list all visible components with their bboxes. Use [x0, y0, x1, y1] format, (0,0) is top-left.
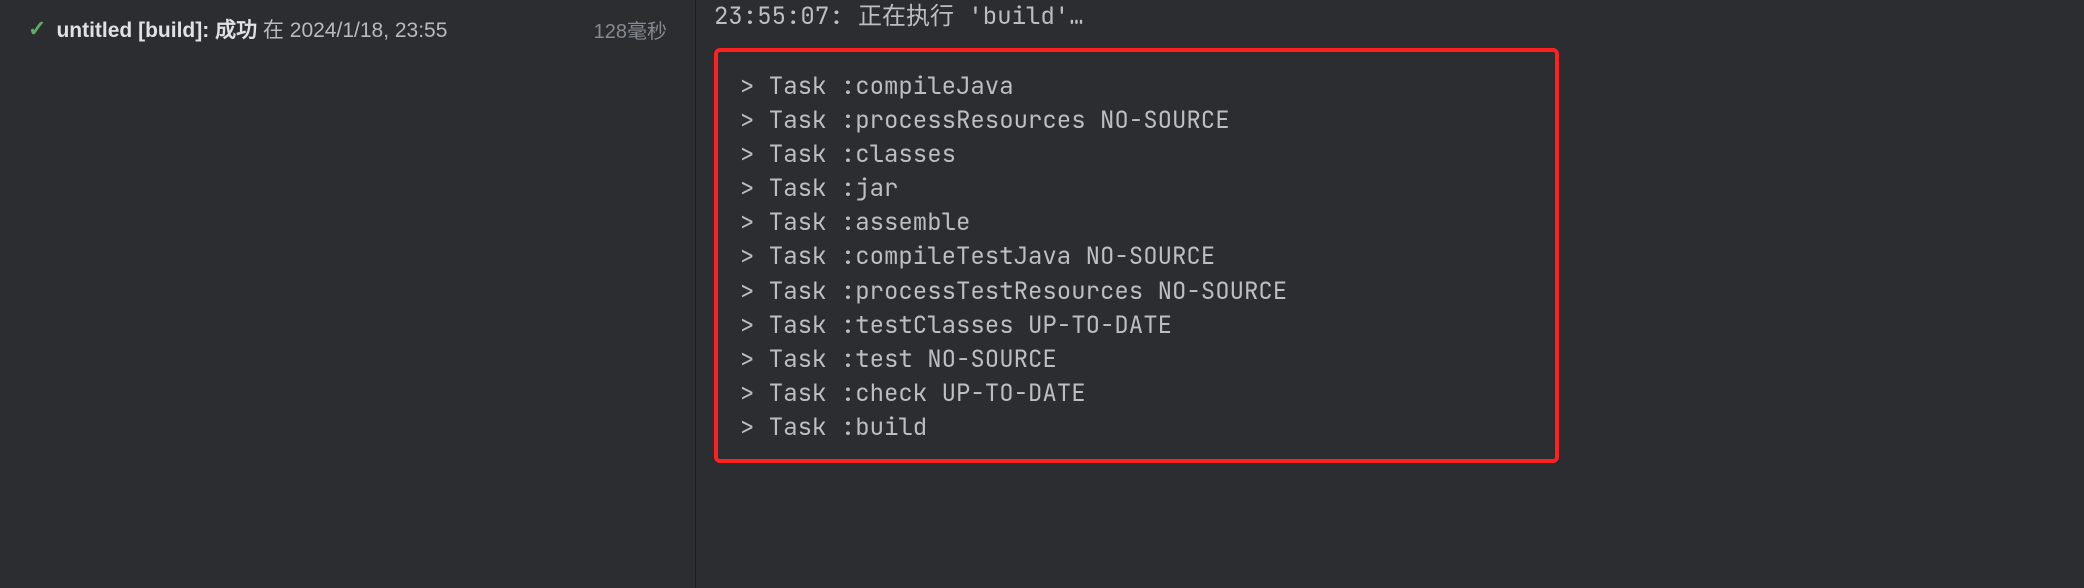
console-task-block: > Task :compileJava> Task :processResour… — [714, 48, 1559, 463]
build-status: 成功 — [215, 19, 257, 42]
console-task-line: > Task :processResources NO-SOURCE — [740, 104, 1533, 138]
build-title: untitled [build]: — [56, 19, 209, 42]
console-task-line: > Task :assemble — [740, 206, 1533, 240]
build-row-text: untitled [build]: 成功 在 2024/1/18, 23:55 — [56, 14, 447, 44]
build-timestamp-prefix: 在 — [263, 19, 284, 42]
console-task-line: > Task :check UP-TO-DATE — [740, 377, 1533, 411]
console-task-line: > Task :test NO-SOURCE — [740, 343, 1533, 377]
build-tree-panel: ✓ untitled [build]: 成功 在 2024/1/18, 23:5… — [0, 0, 695, 588]
console-task-line: > Task :testClasses UP-TO-DATE — [740, 309, 1533, 343]
console-task-line: > Task :build — [740, 411, 1533, 445]
build-console-panel[interactable]: 23:55:07: 正在执行 'build'… > Task :compileJ… — [695, 0, 2084, 588]
success-check-icon: ✓ — [28, 16, 46, 42]
build-tree-row[interactable]: ✓ untitled [build]: 成功 在 2024/1/18, 23:5… — [20, 10, 675, 48]
console-task-line: > Task :classes — [740, 138, 1533, 172]
console-task-line: > Task :processTestResources NO-SOURCE — [740, 275, 1533, 309]
build-row-left: ✓ untitled [build]: 成功 在 2024/1/18, 23:5… — [28, 14, 447, 44]
console-task-line: > Task :compileJava — [740, 70, 1533, 104]
console-header-line: 23:55:07: 正在执行 'build'… — [714, 0, 2066, 34]
console-task-line: > Task :compileTestJava NO-SOURCE — [740, 240, 1533, 274]
build-timestamp: 2024/1/18, 23:55 — [290, 19, 448, 42]
build-duration: 128毫秒 — [594, 15, 667, 44]
console-task-line: > Task :jar — [740, 172, 1533, 206]
